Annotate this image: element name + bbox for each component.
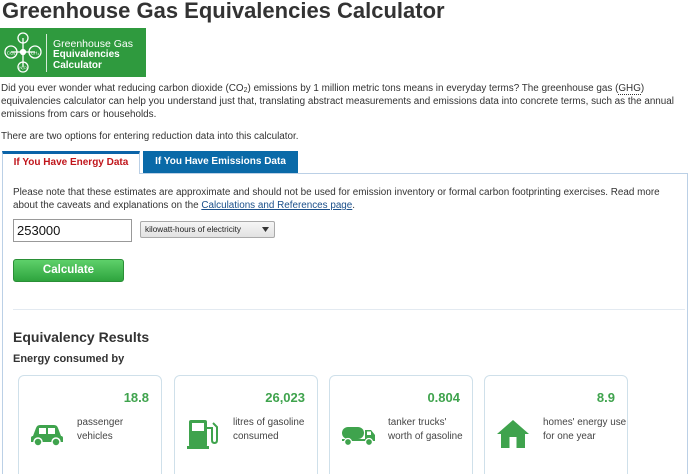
result-label: homes' energy use for one year (543, 417, 627, 442)
result-card-tanker: 0.804 tanker trucks' worth of gasoline (329, 375, 473, 474)
molecule-icon: CO₂ CH₄ N₂O (4, 32, 42, 73)
house-icon (497, 420, 529, 448)
input-mode-tabs: If You Have Energy Data If You Have Emis… (0, 151, 690, 174)
calculator-logo: CO₂ CH₄ N₂O Greenhouse Gas Equivalencies… (0, 28, 146, 77)
result-card-gasoline: 26,023 litres of gasoline consumed (174, 375, 318, 474)
section-divider (13, 309, 685, 310)
calculate-button[interactable]: Calculate (13, 259, 124, 282)
logo-badge-n2o: N₂O (19, 65, 27, 70)
estimate-note: Please note that these estimates are app… (13, 187, 660, 211)
tanker-truck-icon (342, 427, 375, 447)
result-value: 26,023 (265, 390, 305, 405)
tab-emissions-data[interactable]: If You Have Emissions Data (143, 151, 298, 173)
result-value: 0.804 (427, 390, 460, 405)
intro-paragraph: Did you ever wonder what reducing carbon… (1, 83, 674, 120)
chevron-down-icon (262, 227, 269, 232)
results-subtitle: Energy consumed by (13, 353, 125, 365)
car-icon (31, 425, 63, 447)
result-label: tanker trucks' worth of gasoline (388, 417, 463, 442)
results-title: Equivalency Results (13, 329, 150, 345)
logo-badge-ch4: CH₄ (31, 51, 39, 56)
energy-unit-selected: kilowatt-hours of electricity (145, 225, 242, 234)
energy-unit-select[interactable]: kilowatt-hours of electricity (140, 221, 275, 238)
gas-pump-icon (187, 420, 218, 449)
result-value: 8.9 (596, 390, 615, 405)
result-card-homes: 8.9 homes' energy use for one year (484, 375, 628, 474)
tab-energy-data[interactable]: If You Have Energy Data (2, 151, 140, 174)
logo-text-line3: Calculator (53, 60, 102, 71)
energy-amount-input[interactable] (13, 219, 132, 242)
ghg-abbreviation[interactable]: GHG (618, 83, 641, 95)
logo-separator (46, 34, 47, 72)
calculations-references-link[interactable]: Calculations and References page (201, 200, 352, 211)
page-title: Greenhouse Gas Equivalencies Calculator (2, 0, 445, 23)
logo-badge-co2: CO₂ (7, 51, 16, 56)
options-text: There are two options for entering reduc… (1, 131, 299, 142)
result-value: 18.8 (123, 390, 149, 405)
result-card-vehicles: 18.8 passenger vehicles (18, 375, 162, 474)
logo-text-line2: Equivalencies (53, 49, 120, 60)
result-label: passenger vehicles (77, 417, 124, 442)
result-label: litres of gasoline consumed (233, 417, 305, 442)
